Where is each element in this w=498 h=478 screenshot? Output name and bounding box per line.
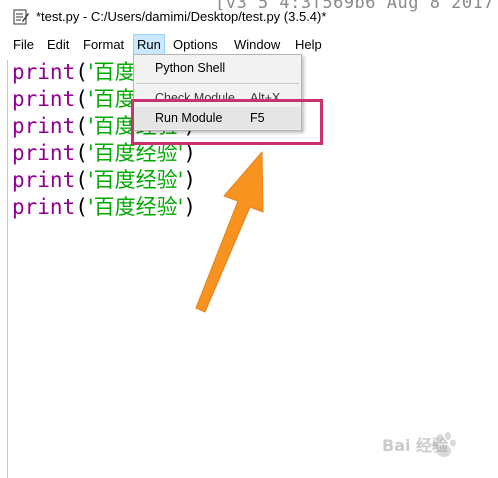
open-paren: ( — [75, 168, 88, 192]
window-title: *test.py - C:/Users/damimi/Desktop/test.… — [36, 9, 327, 24]
highlight-box — [131, 99, 323, 145]
menu-format[interactable]: Format — [80, 34, 127, 55]
menu-item-python-shell[interactable]: Python Shell — [134, 57, 301, 79]
open-paren: ( — [75, 87, 88, 111]
menu-edit[interactable]: Edit — [44, 34, 72, 55]
keyword-print: print — [12, 141, 76, 165]
menu-item-label: Python Shell — [155, 61, 226, 75]
code-line: print('百度经验') — [12, 194, 196, 221]
title-bar: [v3 5 4:3f569b6 Aug 8 2017 1[2 *test.py … — [0, 0, 498, 34]
string-literal: '百度经验' — [87, 195, 184, 219]
open-paren: ( — [75, 195, 88, 219]
menu-options[interactable]: Options — [170, 34, 221, 55]
open-paren: ( — [75, 60, 88, 84]
keyword-print: print — [12, 114, 76, 138]
idle-app-icon — [13, 9, 29, 25]
keyword-print: print — [12, 168, 76, 192]
keyword-print: print — [12, 195, 76, 219]
menu-help[interactable]: Help — [292, 34, 325, 55]
editor-left-border — [7, 60, 8, 478]
menu-file[interactable]: File — [10, 34, 37, 55]
menu-window[interactable]: Window — [231, 34, 283, 55]
menu-bar: File Edit Format Run Options Window Help — [0, 34, 498, 55]
code-line: print('百度经验') — [12, 167, 196, 194]
open-paren: ( — [75, 141, 88, 165]
string-literal: '百度经验' — [87, 168, 184, 192]
keyword-print: print — [12, 60, 76, 84]
open-paren: ( — [75, 114, 88, 138]
keyword-print: print — [12, 87, 76, 111]
close-paren: ) — [183, 195, 197, 219]
menu-separator — [136, 83, 299, 84]
close-paren: ) — [183, 168, 197, 192]
watermark-text: Bai 经验 — [382, 436, 449, 455]
menu-run[interactable]: Run — [133, 34, 165, 55]
